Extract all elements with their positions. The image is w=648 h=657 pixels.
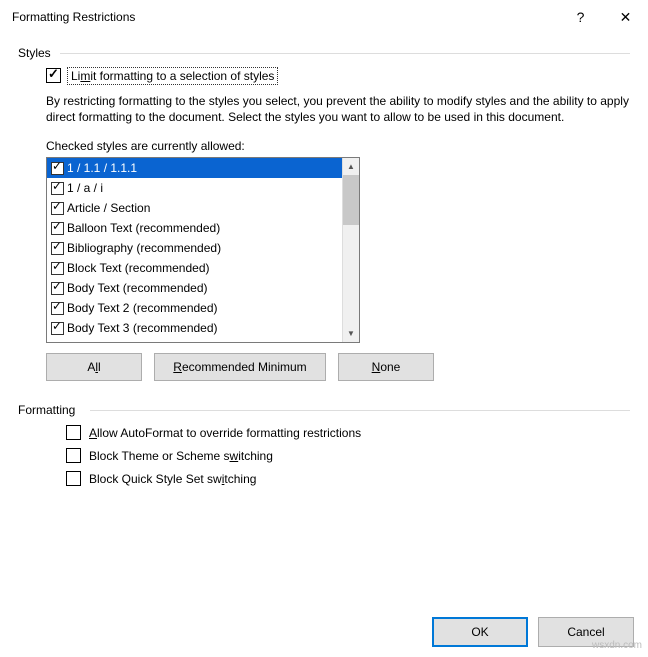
style-item-label: Balloon Text (recommended): [67, 221, 220, 235]
watermark: wsxdn.com: [592, 640, 642, 651]
limit-formatting-row[interactable]: Limit formatting to a selection of style…: [46, 68, 630, 83]
dialog-content: Styles Limit formatting to a selection o…: [0, 34, 648, 500]
limit-formatting-checkbox[interactable]: [46, 68, 61, 83]
style-item-label: 1 / 1.1 / 1.1.1: [67, 161, 137, 175]
style-item-label: 1 / a / i: [67, 181, 103, 195]
style-item-checkbox[interactable]: [51, 302, 64, 315]
style-item-label: Block Text (recommended): [67, 261, 210, 275]
style-list-item[interactable]: Bibliography (recommended): [47, 238, 342, 258]
scroll-up-button[interactable]: ▲: [343, 158, 359, 175]
formatting-checkbox[interactable]: [66, 425, 81, 440]
style-item-label: Body Text 2 (recommended): [67, 301, 218, 315]
help-button[interactable]: ?: [558, 2, 603, 32]
style-list-item[interactable]: Body Text 2 (recommended): [47, 298, 342, 318]
style-list-item[interactable]: Balloon Text (recommended): [47, 218, 342, 238]
selection-buttons: All Recommended Minimum None: [46, 353, 630, 381]
list-label: Checked styles are currently allowed:: [18, 139, 630, 153]
description-text: By restricting formatting to the styles …: [18, 93, 630, 125]
formatting-checkbox[interactable]: [66, 471, 81, 486]
formatting-section: Formatting Allow AutoFormat to override …: [18, 403, 630, 486]
formatting-check-label: Block Theme or Scheme switching: [89, 449, 273, 463]
style-item-checkbox[interactable]: [51, 282, 64, 295]
style-item-label: Article / Section: [67, 201, 150, 215]
formatting-check-row[interactable]: Block Theme or Scheme switching: [66, 448, 630, 463]
style-item-checkbox[interactable]: [51, 322, 64, 335]
scroll-thumb[interactable]: [343, 175, 359, 225]
style-list-item[interactable]: Body Text (recommended): [47, 278, 342, 298]
style-item-label: Body Text (recommended): [67, 281, 208, 295]
style-list-item[interactable]: Body Text 3 (recommended): [47, 318, 342, 338]
style-item-label: Bibliography (recommended): [67, 241, 221, 255]
style-list-item[interactable]: 1 / a / i: [47, 178, 342, 198]
style-list-item[interactable]: Block Text (recommended): [47, 258, 342, 278]
formatting-check-label: Allow AutoFormat to override formatting …: [89, 426, 361, 440]
style-item-checkbox[interactable]: [51, 222, 64, 235]
none-button[interactable]: None: [338, 353, 434, 381]
style-item-checkbox[interactable]: [51, 242, 64, 255]
style-list-item[interactable]: 1 / 1.1 / 1.1.1: [47, 158, 342, 178]
styles-listbox[interactable]: 1 / 1.1 / 1.1.1 1 / a / i Article / Sectio…: [46, 157, 360, 343]
style-item-label: Body Text 3 (recommended): [67, 321, 218, 335]
formatting-checkbox[interactable]: [66, 448, 81, 463]
style-item-checkbox[interactable]: [51, 162, 64, 175]
limit-formatting-label: Limit formatting to a selection of style…: [69, 69, 276, 83]
formatting-check-row[interactable]: Allow AutoFormat to override formatting …: [66, 425, 630, 440]
group-formatting-label: Formatting: [18, 403, 630, 417]
formatting-check-row[interactable]: Block Quick Style Set switching: [66, 471, 630, 486]
formatting-check-label: Block Quick Style Set switching: [89, 472, 256, 486]
title-bar: Formatting Restrictions ? ✕: [0, 0, 648, 34]
close-button[interactable]: ✕: [603, 2, 648, 32]
style-list-item[interactable]: Article / Section: [47, 198, 342, 218]
style-item-checkbox[interactable]: [51, 182, 64, 195]
scrollbar[interactable]: ▲ ▼: [342, 158, 359, 342]
style-item-checkbox[interactable]: [51, 262, 64, 275]
dialog-title: Formatting Restrictions: [12, 10, 558, 24]
recommended-minimum-button[interactable]: Recommended Minimum: [154, 353, 326, 381]
style-item-checkbox[interactable]: [51, 202, 64, 215]
group-styles-label: Styles: [18, 46, 630, 60]
all-button[interactable]: All: [46, 353, 142, 381]
ok-button[interactable]: OK: [432, 617, 528, 647]
scroll-down-button[interactable]: ▼: [343, 325, 359, 342]
